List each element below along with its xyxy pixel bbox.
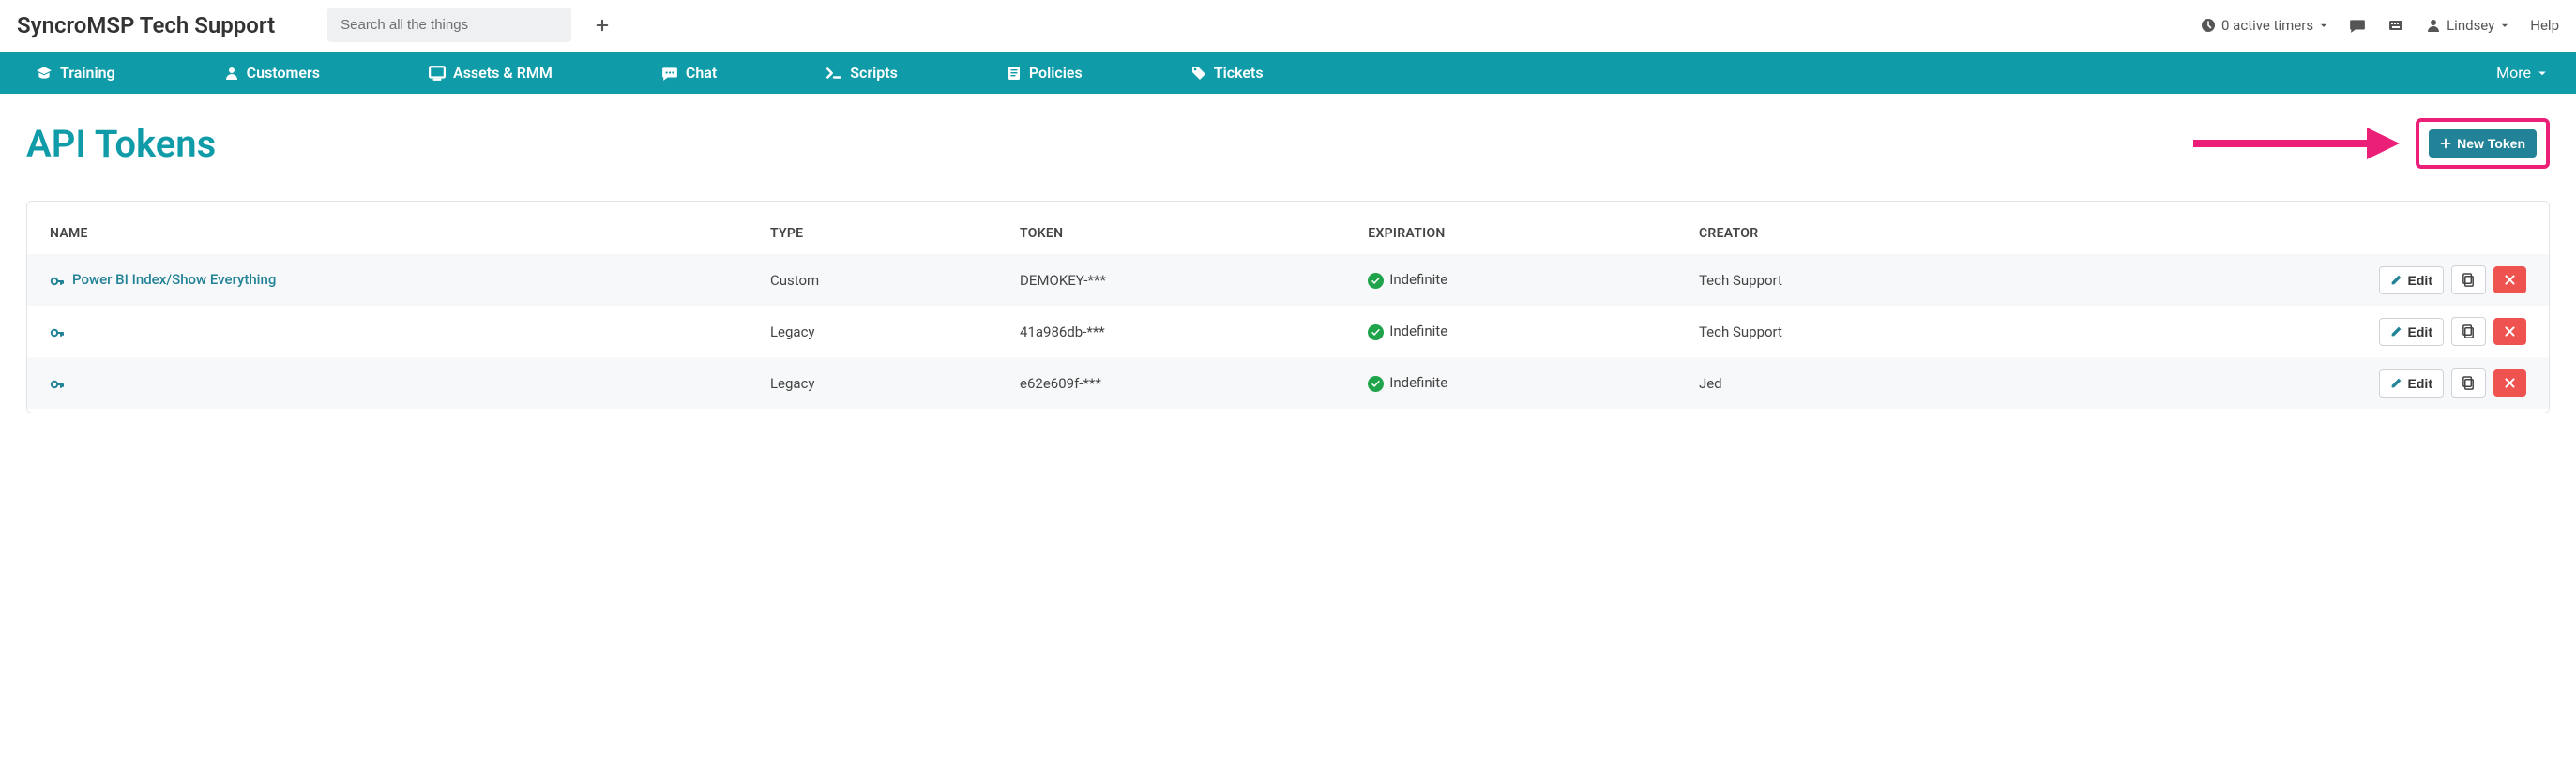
table-row: Power BI Index/Show Everything CustomDEMO… xyxy=(27,254,2549,306)
copy-icon xyxy=(2462,376,2476,390)
nav-label: Training xyxy=(60,64,115,82)
graduation-cap-icon xyxy=(36,65,53,82)
tokens-table-card: NAME TYPE TOKEN EXPIRATION CREATOR Power… xyxy=(26,201,2550,413)
col-expiration: EXPIRATION xyxy=(1345,213,1676,254)
nav-item-tickets[interactable]: Tickets xyxy=(1174,52,1280,94)
annotation-arrow xyxy=(2193,122,2400,165)
delete-button[interactable] xyxy=(2493,318,2526,345)
new-token-button[interactable]: New Token xyxy=(2429,129,2537,158)
col-name: NAME xyxy=(27,213,748,254)
help-link[interactable]: Help xyxy=(2530,17,2559,34)
plus-icon xyxy=(596,19,609,32)
table-row: Legacye62e609f-***IndefiniteJed Edit xyxy=(27,357,2549,409)
nav-label: Policies xyxy=(1029,64,1083,82)
document-icon xyxy=(1007,66,1022,81)
app-title: SyncroMSP Tech Support xyxy=(17,12,275,38)
nav-label: Scripts xyxy=(850,64,898,82)
nav-item-assets[interactable]: Assets & RMM xyxy=(412,52,569,94)
token-type: Legacy xyxy=(748,306,997,357)
new-token-label: New Token xyxy=(2457,136,2525,151)
add-button[interactable] xyxy=(586,19,618,32)
copy-button[interactable] xyxy=(2451,368,2486,398)
token-expiration: Indefinite xyxy=(1345,357,1676,409)
keyboard-shortcuts-icon[interactable] xyxy=(2387,18,2405,33)
token-expiration: Indefinite xyxy=(1345,306,1676,357)
active-timers-menu[interactable]: 0 active timers xyxy=(2201,17,2328,34)
edit-button[interactable]: Edit xyxy=(2379,266,2444,294)
new-token-highlight: New Token xyxy=(2416,118,2550,169)
token-creator: Jed xyxy=(1676,357,2017,409)
pencil-icon xyxy=(2390,274,2402,286)
check-circle-icon xyxy=(1368,273,1384,289)
nav-item-chat[interactable]: Chat xyxy=(644,52,734,94)
caret-down-icon xyxy=(2500,21,2509,30)
chat-icon xyxy=(661,65,678,82)
caret-down-icon xyxy=(2319,21,2328,30)
token-value: e62e609f-*** xyxy=(997,357,1345,409)
terminal-icon xyxy=(826,65,842,82)
edit-button[interactable]: Edit xyxy=(2379,318,2444,346)
pencil-icon xyxy=(2390,377,2402,389)
col-token: TOKEN xyxy=(997,213,1345,254)
user-menu[interactable]: Lindsey xyxy=(2426,17,2509,34)
key-icon xyxy=(50,274,65,289)
col-type: TYPE xyxy=(748,213,997,254)
close-icon xyxy=(2504,274,2516,286)
nav-more-menu[interactable]: More xyxy=(2487,64,2557,82)
tag-icon xyxy=(1191,66,1206,81)
nav-item-policies[interactable]: Policies xyxy=(990,52,1099,94)
nav-item-scripts[interactable]: Scripts xyxy=(809,52,915,94)
delete-button[interactable] xyxy=(2493,369,2526,397)
check-circle-icon xyxy=(1368,376,1384,392)
user-icon xyxy=(2426,18,2441,33)
caret-down-icon xyxy=(2537,68,2548,79)
token-creator: Tech Support xyxy=(1676,254,2017,306)
copy-button[interactable] xyxy=(2451,265,2486,294)
copy-button[interactable] xyxy=(2451,317,2486,346)
plus-icon xyxy=(2440,138,2451,149)
token-name[interactable]: Power BI Index/Show Everything xyxy=(72,271,276,288)
close-icon xyxy=(2504,325,2516,338)
table-row: Legacy41a986db-***IndefiniteTech Support… xyxy=(27,306,2549,357)
nav-more-label: More xyxy=(2496,64,2531,82)
monitor-icon xyxy=(429,65,446,82)
col-creator: CREATOR xyxy=(1676,213,2017,254)
pencil-icon xyxy=(2390,325,2402,338)
key-icon xyxy=(50,377,65,392)
check-circle-icon xyxy=(1368,324,1384,340)
token-type: Custom xyxy=(748,254,997,306)
nav-label: Customers xyxy=(247,64,320,82)
user-label: Lindsey xyxy=(2447,17,2494,34)
delete-button[interactable] xyxy=(2493,266,2526,293)
token-creator: Tech Support xyxy=(1676,306,2017,357)
clock-icon xyxy=(2201,18,2216,33)
copy-icon xyxy=(2462,273,2476,287)
nav-label: Chat xyxy=(686,64,717,82)
token-value: DEMOKEY-*** xyxy=(997,254,1345,306)
page-title: API Tokens xyxy=(26,122,216,166)
tokens-table: NAME TYPE TOKEN EXPIRATION CREATOR Power… xyxy=(27,213,2549,409)
edit-button[interactable]: Edit xyxy=(2379,369,2444,398)
nav-item-customers[interactable]: Customers xyxy=(207,52,337,94)
key-icon xyxy=(50,325,65,340)
user-icon xyxy=(224,66,239,81)
timers-label: 0 active timers xyxy=(2221,17,2313,34)
nav-item-training[interactable]: Training xyxy=(19,52,132,94)
col-actions xyxy=(2017,213,2549,254)
main-nav: Training Customers Assets & RMM Chat Scr… xyxy=(0,52,2576,94)
close-icon xyxy=(2504,377,2516,389)
messages-icon[interactable] xyxy=(2349,17,2366,34)
nav-label: Tickets xyxy=(1214,64,1264,82)
token-value: 41a986db-*** xyxy=(997,306,1345,357)
copy-icon xyxy=(2462,324,2476,338)
search-input[interactable] xyxy=(327,8,571,42)
nav-label: Assets & RMM xyxy=(453,64,553,82)
token-expiration: Indefinite xyxy=(1345,254,1676,306)
token-type: Legacy xyxy=(748,357,997,409)
